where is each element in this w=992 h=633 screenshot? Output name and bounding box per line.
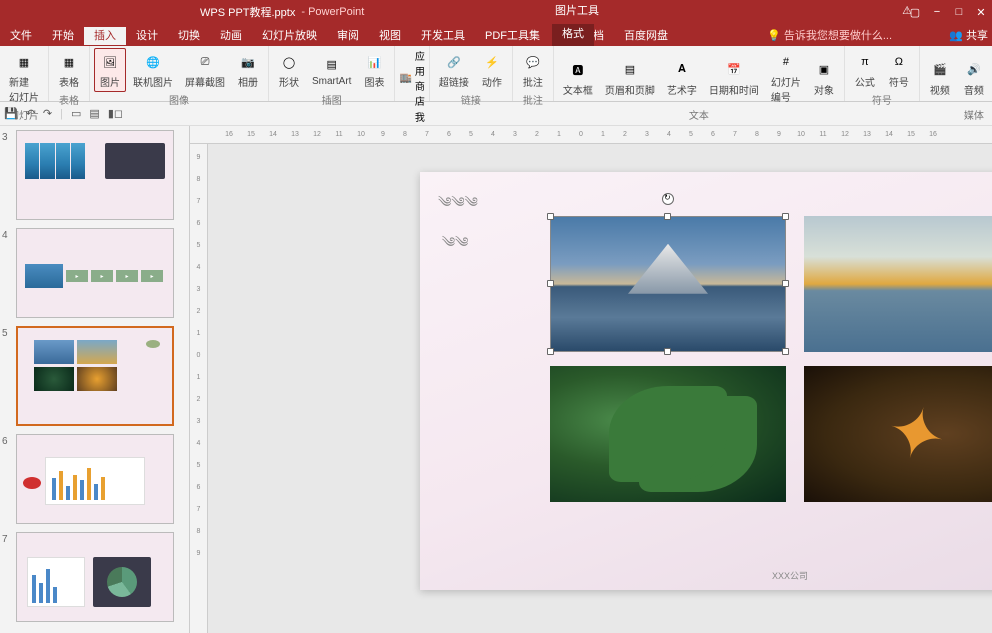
thumb-number: 3 [2,130,14,220]
ribbon-符号[interactable]: Ω符号 [883,48,915,92]
group-label-文本: 文本 [689,107,709,122]
slide-thumbnail-5[interactable] [16,326,174,426]
maximize-icon[interactable]: □ [948,0,970,24]
ribbon-公式[interactable]: π公式 [849,48,881,92]
tab-开发工具[interactable]: 开发工具 [411,27,475,45]
resize-handle[interactable] [547,213,554,220]
resize-handle[interactable] [664,348,671,355]
resize-handle[interactable] [547,348,554,355]
ribbon-联机图片[interactable]: 🌐联机图片 [128,48,178,92]
menu-bar: 文件开始插入设计切换动画幻灯片放映审阅视图开发工具PDF工具集金山文档百度网盘 … [0,24,992,46]
slide-thumbnail-4[interactable]: ▸▸▸▸ [16,228,174,318]
ribbon-幻灯片编号[interactable]: #幻灯片编号 [766,48,806,107]
group-label-符号: 符号 [872,92,892,107]
vertical-ruler: 9876543210123456789 [190,144,208,633]
image-mountain-fuji[interactable] [550,216,786,352]
thumb-number: 5 [2,326,14,426]
ribbon-文本框[interactable]: 🅰文本框 [558,56,598,100]
start-from-beginning-icon[interactable]: ▮◻ [108,107,123,120]
resize-handle[interactable] [547,280,554,287]
slide-thumbnail-7[interactable] [16,532,174,622]
tab-审阅[interactable]: 审阅 [327,27,369,45]
resize-handle[interactable] [664,213,671,220]
undo-button[interactable]: ↶ [26,107,35,120]
group-label-链接: 链接 [461,92,481,107]
group-label-图像: 图像 [169,92,189,107]
ribbon-形状[interactable]: ◯形状 [273,48,305,92]
ribbon-动作[interactable]: ⚡动作 [476,48,508,92]
share-button[interactable]: 👥 共享 [949,27,988,43]
redo-button[interactable]: ↷ [43,107,52,120]
tab-动画[interactable]: 动画 [210,27,252,45]
slide-thumbnail-3[interactable] [16,130,174,220]
ribbon-音频[interactable]: 🔊音频 [958,56,990,100]
ribbon-相册[interactable]: 📷相册 [232,48,264,92]
resize-handle[interactable] [782,213,789,220]
close-icon[interactable]: ✕ [970,0,992,24]
ribbon-批注[interactable]: 💬批注 [517,48,549,92]
tab-文件[interactable]: 文件 [0,27,42,45]
ribbon-图片[interactable]: 🖼图片 [94,48,126,92]
thumb-number: 7 [2,532,14,622]
horizontal-ruler: 1615141312111098765432101234567891011121… [190,126,992,144]
tab-PDF工具集[interactable]: PDF工具集 [475,27,550,45]
ribbon-日期和时间[interactable]: 📅日期和时间 [704,56,764,100]
image-green-leaves[interactable] [550,366,786,502]
tab-视图[interactable]: 视图 [369,27,411,45]
ribbon-视频[interactable]: 🎬视频 [924,56,956,100]
slide-edit-area[interactable]: 1615141312111098765432101234567891011121… [190,126,992,633]
rotation-handle[interactable] [662,193,674,205]
main-area: 3 4 ▸▸▸▸ 5 6 [0,126,992,633]
save-icon[interactable]: 💾 [4,107,18,120]
image-autumn-lake[interactable] [804,216,992,352]
group-label-批注: 批注 [523,92,543,107]
ribbon-对象[interactable]: ▣对象 [808,56,840,100]
ribbon-表格[interactable]: ▦表格 [53,48,85,92]
ribbon-应用商店[interactable]: 🏬应用商店 [399,48,424,108]
ribbon-超链接[interactable]: 🔗超链接 [434,48,474,92]
ribbon-新建幻灯片[interactable]: ▦新建幻灯片 [4,48,44,107]
slide-canvas[interactable]: ༄ ༄ ༄ ༄ ༄ [420,172,992,590]
ribbon-屏幕截图[interactable]: ⎚屏幕截图 [180,48,230,92]
image-maple-leaf[interactable] [804,366,992,502]
document-filename: WPS PPT教程.pptx [200,4,295,20]
tab-插入[interactable]: 插入 [84,27,126,45]
slide-footer-text: XXX公司 [420,569,992,582]
minimize-icon[interactable]: − [926,0,948,24]
qat-extra-1[interactable]: ▭ [71,107,81,120]
tab-幻灯片放映[interactable]: 幻灯片放映 [252,27,327,45]
slide-thumbnail-panel[interactable]: 3 4 ▸▸▸▸ 5 6 [0,126,190,633]
tab-开始[interactable]: 开始 [42,27,84,45]
app-name: - PowerPoint [301,6,364,18]
tab-百度网盘[interactable]: 百度网盘 [614,27,678,45]
tab-切换[interactable]: 切换 [168,27,210,45]
contextual-tab-title: 图片工具 [555,2,599,18]
tab-format-contextual[interactable]: 格式 [552,24,594,46]
ribbon-艺术字[interactable]: 𝐀艺术字 [662,56,702,100]
ribbon-图表[interactable]: 📊图表 [358,48,390,92]
qat-extra-2[interactable]: ▤ [89,107,99,120]
title-bar: WPS PPT教程.pptx - PowerPoint 图片工具 ⚠ ▢ − □… [0,0,992,24]
birds-decoration: ༄ ༄ ༄ ༄ ༄ [438,186,476,266]
tab-设计[interactable]: 设计 [126,27,168,45]
ribbon-SmartArt[interactable]: ▤SmartArt [307,50,356,90]
group-label-表格: 表格 [59,92,79,107]
thumb-number: 4 [2,228,14,318]
resize-handle[interactable] [782,348,789,355]
ribbon: ▦新建幻灯片幻灯片▦表格表格🖼图片🌐联机图片⎚屏幕截图📷相册图像◯形状▤Smar… [0,46,992,102]
slide-thumbnail-6[interactable] [16,434,174,524]
quick-access-toolbar: 💾 ↶ ↷ | ▭ ▤ ▮◻ [0,102,992,126]
group-label-媒体: 媒体 [964,107,984,122]
resize-handle[interactable] [782,280,789,287]
thumb-number: 6 [2,434,14,524]
ribbon-options-icon[interactable]: ▢ [904,0,926,24]
group-label-插图: 插图 [322,92,342,107]
ribbon-页眉和页脚[interactable]: ▤页眉和页脚 [600,56,660,100]
